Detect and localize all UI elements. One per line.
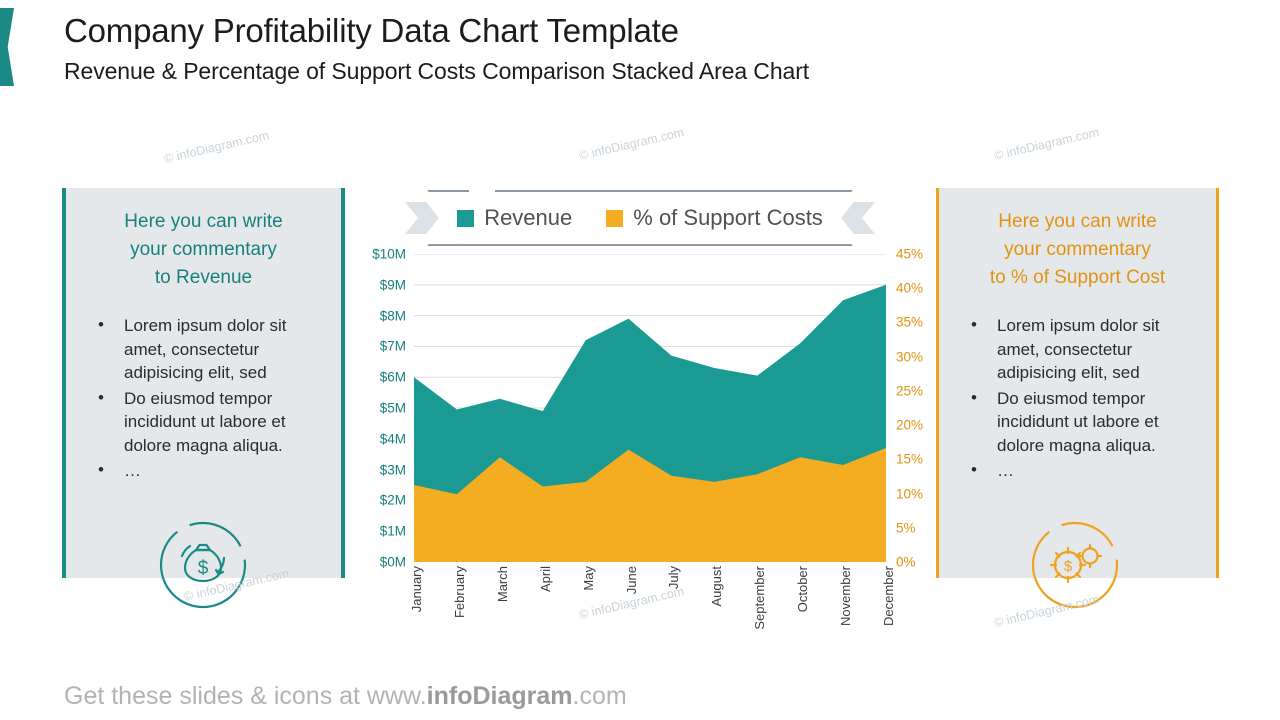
x-axis-tick: May [580, 566, 596, 591]
y-axis-right-tick: 5% [896, 520, 916, 536]
y-axis-right-tick: 10% [896, 485, 924, 501]
y-axis-right-tick: 0% [896, 554, 916, 570]
y-axis-left-tick: $0M [379, 554, 406, 570]
x-axis-tick: January [409, 566, 424, 613]
y-axis-left-tick: $5M [379, 400, 406, 416]
footer-brand: infoDiagram [426, 682, 573, 710]
y-axis-left-tick: $4M [379, 431, 406, 447]
y-axis-left: $0M $1M $2M $3M $4M $5M $6M $7M $8M $9M $10M [352, 247, 410, 568]
title-block: Company Profitability Data Chart Templat… [64, 12, 809, 87]
legend-label-support-costs: % of Support Costs [633, 205, 823, 230]
y-axis-right-tick: 20% [896, 417, 924, 433]
watermark: © infoDiagram.com [992, 125, 1101, 163]
legend: Revenue % of Support Costs [427, 190, 853, 246]
bullet-list-revenue: Lorem ipsum dolor sit amet, consectetur … [66, 313, 341, 482]
title-accent-bracket [0, 8, 14, 86]
legend-label-revenue: Revenue [484, 205, 573, 230]
y-axis-right: 0% 5% 10% 15% 20% 25% 30% 35% 40% 45% [890, 247, 934, 568]
plot-area[interactable] [414, 253, 886, 563]
ribbon-notch [469, 188, 495, 192]
dollar-gears-icon: $ [1030, 520, 1120, 610]
list-item: Do eiusmod tempor incididunt ut labore e… [965, 386, 1198, 457]
y-axis-right-tick: 30% [896, 348, 924, 364]
x-axis-tick: July [666, 566, 682, 590]
x-axis-tick: December [881, 566, 896, 626]
x-axis-tick: February [451, 566, 467, 619]
list-item: … [92, 458, 323, 482]
y-axis-left-tick: $9M [379, 277, 406, 293]
x-axis-tick: August [709, 566, 725, 607]
chart-container: Revenue % of Support Costs $0M $1M $2M $3M $… [352, 182, 923, 630]
stacked-area-plot [414, 253, 886, 563]
y-axis-right-tick: 35% [896, 314, 924, 330]
x-axis-tick: September [752, 566, 768, 630]
legend-item-support-costs[interactable]: % of Support Costs [606, 205, 823, 231]
y-axis-left-tick: $7M [379, 338, 406, 354]
panel-heading-support-cost: Here you can write your commentary to % … [939, 188, 1216, 292]
footer-suffix: .com [572, 682, 627, 710]
list-item: Lorem ipsum dolor sit amet, consectetur … [965, 313, 1198, 384]
x-axis-tick: April [537, 566, 553, 593]
panel-heading-revenue: Here you can write your commentary to Re… [66, 188, 341, 292]
money-bag-recycle-icon: $ [158, 520, 248, 610]
x-axis-tick: October [795, 566, 811, 613]
list-item: … [965, 458, 1198, 482]
y-axis-left-tick: $2M [379, 492, 406, 508]
panel-heading-line: to % of Support Cost [989, 267, 1166, 289]
y-axis-right-tick: 40% [896, 280, 924, 296]
legend-item-revenue[interactable]: Revenue [457, 205, 572, 231]
y-axis-left-tick: $6M [379, 369, 406, 385]
watermark: © infoDiagram.com [162, 128, 271, 166]
x-axis-tick: March [494, 566, 510, 603]
svg-text:$: $ [198, 558, 209, 579]
page-subtitle: Revenue & Percentage of Support Costs Co… [64, 57, 810, 84]
y-axis-right-tick: 45% [896, 246, 924, 262]
x-axis-tick: June [623, 566, 639, 595]
panel-heading-line: your commentary [1004, 239, 1151, 261]
y-axis-left-tick: $8M [379, 307, 406, 323]
panel-heading-line: to Revenue [154, 267, 253, 289]
panel-heading-line: Here you can write [124, 211, 283, 232]
list-item: Lorem ipsum dolor sit amet, consectetur … [92, 313, 323, 384]
bullet-list-support-cost: Lorem ipsum dolor sit amet, consectetur … [939, 313, 1216, 482]
y-axis-left-tick: $3M [379, 461, 406, 477]
panel-heading-line: Here you can write [998, 211, 1157, 232]
svg-text:$: $ [1064, 558, 1073, 575]
legend-swatch-revenue [457, 210, 474, 227]
watermark: © infoDiagram.com [577, 125, 686, 163]
ribbon-tail-left [405, 202, 439, 234]
y-axis-right-tick: 15% [896, 451, 924, 467]
ribbon-tail-right [841, 202, 875, 234]
list-item: Do eiusmod tempor incididunt ut labore e… [92, 386, 323, 457]
x-axis-tick: November [838, 566, 854, 626]
x-axis-labels: January February March April May June July Augu… [409, 566, 896, 656]
footer-prefix: Get these slides & icons at www. [64, 682, 427, 710]
y-axis-left-tick: $10M [372, 246, 406, 262]
legend-swatch-support-costs [606, 210, 623, 227]
y-axis-right-tick: 25% [896, 383, 924, 399]
slide-canvas: Company Profitability Data Chart Templat… [0, 0, 1280, 720]
chart-legend-ribbon: Revenue % of Support Costs [405, 186, 875, 250]
page-title: Company Profitability Data Chart Templat… [64, 12, 679, 49]
footer-text: Get these slides & icons at www.infoDiag… [64, 682, 627, 711]
panel-heading-line: your commentary [130, 239, 277, 261]
y-axis-left-tick: $1M [379, 523, 406, 539]
